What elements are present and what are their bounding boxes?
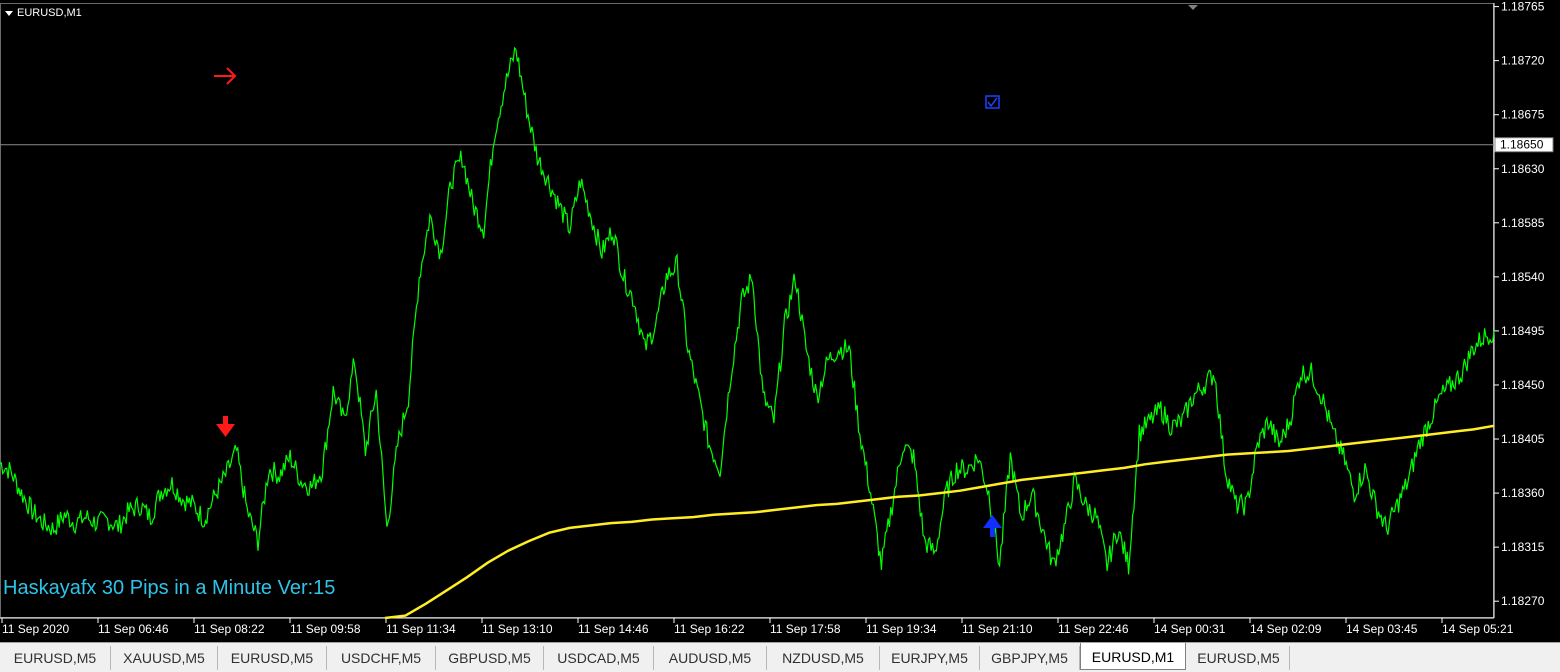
y-tick-label: 1.18405 <box>1501 432 1545 446</box>
x-tick-label: 14 Sep 03:45 <box>1346 622 1418 636</box>
chart-tab[interactable]: XAUUSD,M5 <box>111 646 218 670</box>
chart-tab[interactable]: NZDUSD,M5 <box>767 646 880 670</box>
chart-tab[interactable]: EURJPY,M5 <box>880 646 980 670</box>
y-tick-label: 1.18270 <box>1501 594 1545 608</box>
x-tick-label: 11 Sep 22:46 <box>1058 622 1129 636</box>
x-tick-label: 11 Sep 17:58 <box>770 622 841 636</box>
chart-window[interactable]: 1.18765 1.18720 1.18675 1.18630 1.18585 1.185… <box>0 0 1560 642</box>
x-tick-label: 11 Sep 2020 <box>2 622 69 636</box>
current-price-tag: 1.18650 <box>1494 137 1554 153</box>
y-tick-label: 1.18315 <box>1501 540 1545 554</box>
chart-tab-bar: EURUSD,M5 XAUUSD,M5 EURUSD,M5 USDCHF,M5 GBPU… <box>0 642 1560 672</box>
symbol-label[interactable]: EURUSD,M1 <box>5 7 82 19</box>
x-tick-label: 11 Sep 13:10 <box>482 622 553 636</box>
plot-frame <box>0 3 1494 618</box>
x-axis-ticks: 11 Sep 2020 11 Sep 06:46 11 Sep 08:22 11 Se… <box>1 618 1514 636</box>
y-tick-label: 1.18585 <box>1501 216 1545 230</box>
chart-tab[interactable]: EURUSD,M5 <box>1188 646 1290 670</box>
current-price-label: 1.18650 <box>1500 138 1544 152</box>
x-tick-label: 14 Sep 00:31 <box>1154 622 1226 636</box>
x-tick-label: 11 Sep 08:22 <box>194 622 265 636</box>
chart-tab[interactable]: USDCAD,M5 <box>544 646 654 670</box>
y-tick-label: 1.18675 <box>1501 108 1545 122</box>
y-tick-label: 1.18630 <box>1501 162 1545 176</box>
chart-tab[interactable]: EURUSD,M5 <box>0 646 111 670</box>
chart-tab[interactable]: GBPJPY,M5 <box>980 646 1080 670</box>
price-chart[interactable]: 1.18765 1.18720 1.18675 1.18630 1.18585 1.185… <box>0 0 1560 642</box>
chart-tab[interactable]: EURUSD,M5 <box>218 646 327 670</box>
x-tick-label: 11 Sep 11:34 <box>386 622 456 636</box>
y-axis-ticks: 1.18765 1.18720 1.18675 1.18630 1.18585 1.185… <box>1494 0 1545 608</box>
y-tick-label: 1.18765 <box>1501 0 1545 14</box>
y-tick-label: 1.18450 <box>1501 378 1545 392</box>
chart-tab[interactable]: EURUSD,M1 <box>1080 643 1186 670</box>
y-tick-label: 1.18360 <box>1501 486 1545 500</box>
x-tick-label: 11 Sep 09:58 <box>290 622 361 636</box>
y-tick-label: 1.18495 <box>1501 324 1545 338</box>
chart-tab[interactable]: USDCHF,M5 <box>327 646 436 670</box>
y-tick-label: 1.18540 <box>1501 270 1545 284</box>
x-tick-label: 11 Sep 06:46 <box>98 622 169 636</box>
y-tick-label: 1.18720 <box>1501 54 1545 68</box>
x-tick-label: 11 Sep 14:46 <box>578 622 649 636</box>
x-tick-label: 14 Sep 05:21 <box>1442 622 1514 636</box>
indicator-title: Haskayafx 30 Pips in a Minute Ver:15 <box>3 577 336 599</box>
x-tick-label: 14 Sep 02:09 <box>1250 622 1322 636</box>
chart-tab[interactable]: GBPUSD,M5 <box>436 646 544 670</box>
x-tick-label: 11 Sep 21:10 <box>962 622 1033 636</box>
chart-tab[interactable]: AUDUSD,M5 <box>654 646 767 670</box>
x-tick-label: 11 Sep 19:34 <box>866 622 937 636</box>
x-tick-label: 11 Sep 16:22 <box>674 622 745 636</box>
symbol-text: EURUSD,M1 <box>17 7 82 19</box>
dropdown-triangle-icon[interactable] <box>5 10 13 16</box>
